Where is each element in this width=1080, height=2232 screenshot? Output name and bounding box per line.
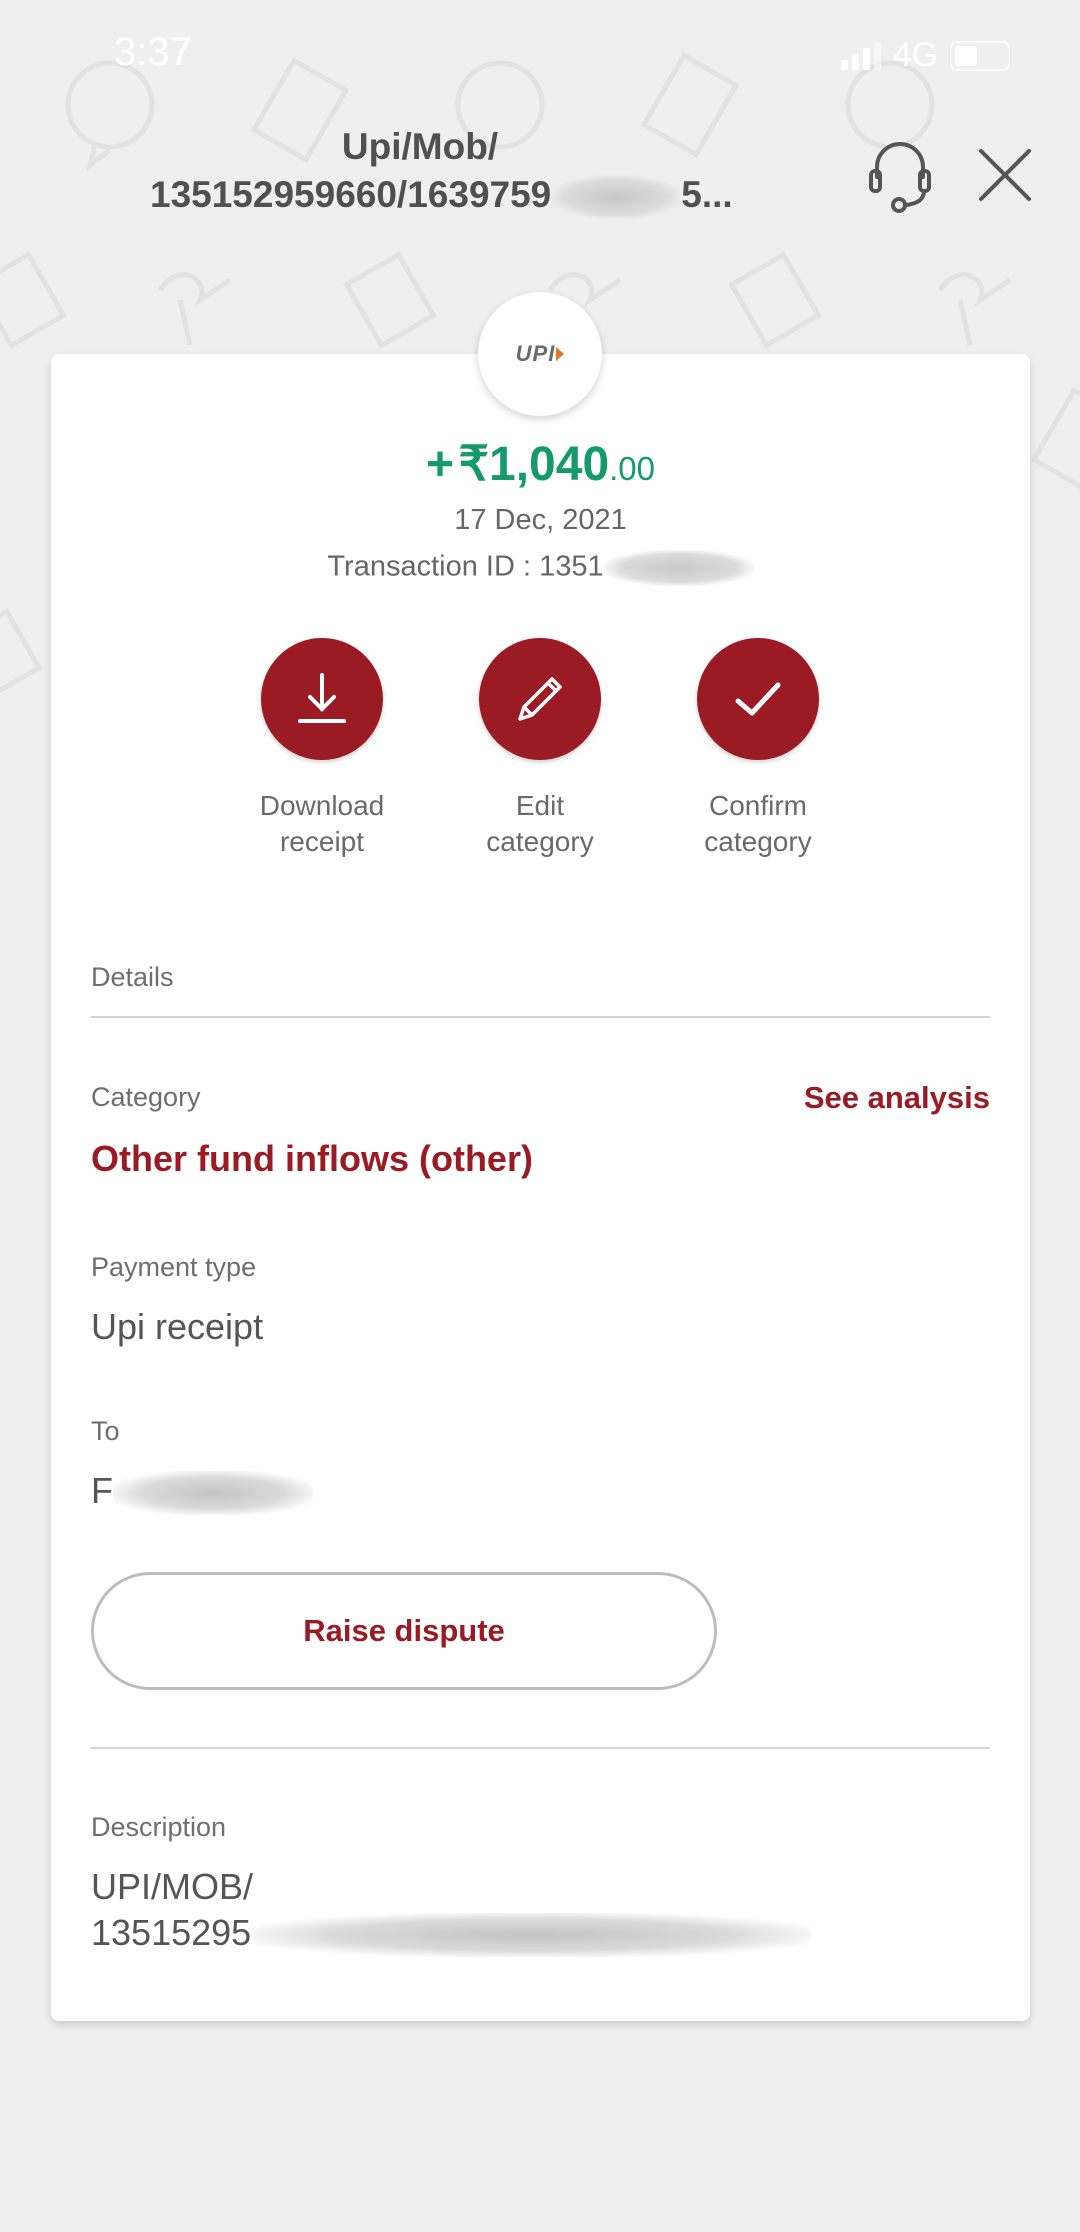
download-icon bbox=[298, 673, 346, 723]
description-divider bbox=[91, 1747, 990, 1749]
details-divider bbox=[91, 1016, 990, 1018]
details-heading: Details bbox=[91, 962, 174, 992]
transaction-id: Transaction ID : 1351 bbox=[51, 550, 1030, 586]
label-line-2: receipt bbox=[279, 826, 365, 857]
upi-logo: UPI bbox=[478, 292, 602, 416]
edit-category-label: Edit category bbox=[440, 788, 640, 860]
description-line-2-visible: 13515295 bbox=[91, 1912, 252, 1953]
title-line-2-suffix: 5... bbox=[681, 174, 733, 215]
label-line-2: category bbox=[704, 826, 812, 857]
close-button[interactable] bbox=[975, 137, 1035, 207]
transaction-card: + ₹1,040.00 17 Dec, 2021 Transaction ID … bbox=[51, 354, 1030, 2021]
to-label: To bbox=[91, 1416, 120, 1446]
signal-icon bbox=[840, 41, 881, 70]
headset-icon bbox=[869, 142, 931, 213]
support-button[interactable] bbox=[865, 137, 935, 217]
label-line-2: category bbox=[486, 826, 594, 857]
raise-dispute-button[interactable]: Raise dispute bbox=[91, 1572, 717, 1690]
amount-currency: ₹ bbox=[458, 438, 490, 491]
status-time: 3:37 bbox=[114, 30, 192, 74]
network-type: 4G bbox=[892, 36, 938, 74]
transaction-id-value: 1351 bbox=[539, 550, 604, 583]
to-value-visible: F bbox=[91, 1470, 113, 1511]
redacted-blur bbox=[551, 175, 682, 220]
page-title: Upi/Mob/ 135152959660/1639759 5... bbox=[150, 123, 733, 220]
transaction-date: 17 Dec, 2021 bbox=[454, 504, 627, 536]
redacted-blur bbox=[113, 1471, 313, 1516]
download-receipt-button[interactable]: Download receipt bbox=[222, 638, 422, 860]
key-icon bbox=[157, 272, 232, 346]
confirm-category-label: Confirm category bbox=[658, 788, 858, 860]
status-bar: 3:37 4G bbox=[0, 0, 1080, 110]
pencil-icon bbox=[518, 677, 562, 721]
wallet-icon bbox=[0, 251, 67, 349]
description-line-1: UPI/MOB/ bbox=[91, 1866, 254, 1907]
header: Upi/Mob/ 135152959660/1639759 5... bbox=[0, 115, 1080, 225]
battery-level bbox=[955, 45, 977, 66]
wallet-icon bbox=[343, 251, 437, 349]
description-label: Description bbox=[91, 1812, 227, 1842]
edit-category-button[interactable]: Edit category bbox=[440, 638, 640, 860]
label-line-1: Confirm bbox=[708, 790, 807, 821]
download-receipt-label: Download receipt bbox=[222, 788, 422, 860]
description-value: UPI/MOB/ 13515295 bbox=[91, 1864, 812, 1958]
transaction-amount: + ₹1,040.00 bbox=[51, 436, 1030, 492]
category-value: Other fund inflows (other) bbox=[91, 1138, 533, 1179]
redacted-blur bbox=[603, 550, 754, 586]
redacted-blur bbox=[251, 1913, 812, 1958]
close-icon bbox=[979, 149, 1031, 201]
title-line-2-prefix: 135152959660/1639759 bbox=[150, 174, 552, 215]
category-label: Category bbox=[91, 1082, 201, 1112]
upi-logo-text: UPI bbox=[515, 341, 556, 366]
status-indicators: 4G bbox=[840, 36, 1010, 75]
wallet-icon bbox=[0, 608, 43, 699]
battery-icon bbox=[950, 40, 1010, 71]
check-icon bbox=[735, 682, 781, 716]
key-icon bbox=[937, 272, 1012, 346]
title-line-1: Upi/Mob/ bbox=[341, 126, 499, 167]
transaction-id-label: Transaction ID : bbox=[327, 550, 540, 583]
amount-sign: + bbox=[425, 438, 455, 491]
title-line-2: 135152959660/1639759 5... bbox=[150, 171, 733, 220]
description-line-2: 13515295 bbox=[91, 1910, 812, 1958]
label-line-1: Download bbox=[259, 790, 385, 821]
to-value: F bbox=[91, 1470, 313, 1516]
amount-decimal: .00 bbox=[609, 450, 656, 487]
download-receipt-circle[interactable] bbox=[261, 638, 383, 760]
label-line-1: Edit bbox=[515, 790, 565, 821]
payment-type-value: Upi receipt bbox=[91, 1306, 264, 1347]
confirm-category-circle[interactable] bbox=[697, 638, 819, 760]
confirm-category-button[interactable]: Confirm category bbox=[658, 638, 858, 860]
wallet-icon bbox=[728, 251, 822, 349]
payment-type-label: Payment type bbox=[91, 1252, 257, 1282]
card-icon bbox=[1030, 386, 1080, 494]
upi-arrow-icon bbox=[556, 347, 565, 361]
see-analysis-link[interactable]: See analysis bbox=[804, 1080, 990, 1116]
edit-category-circle[interactable] bbox=[479, 638, 601, 760]
amount-main: 1,040 bbox=[489, 438, 610, 491]
